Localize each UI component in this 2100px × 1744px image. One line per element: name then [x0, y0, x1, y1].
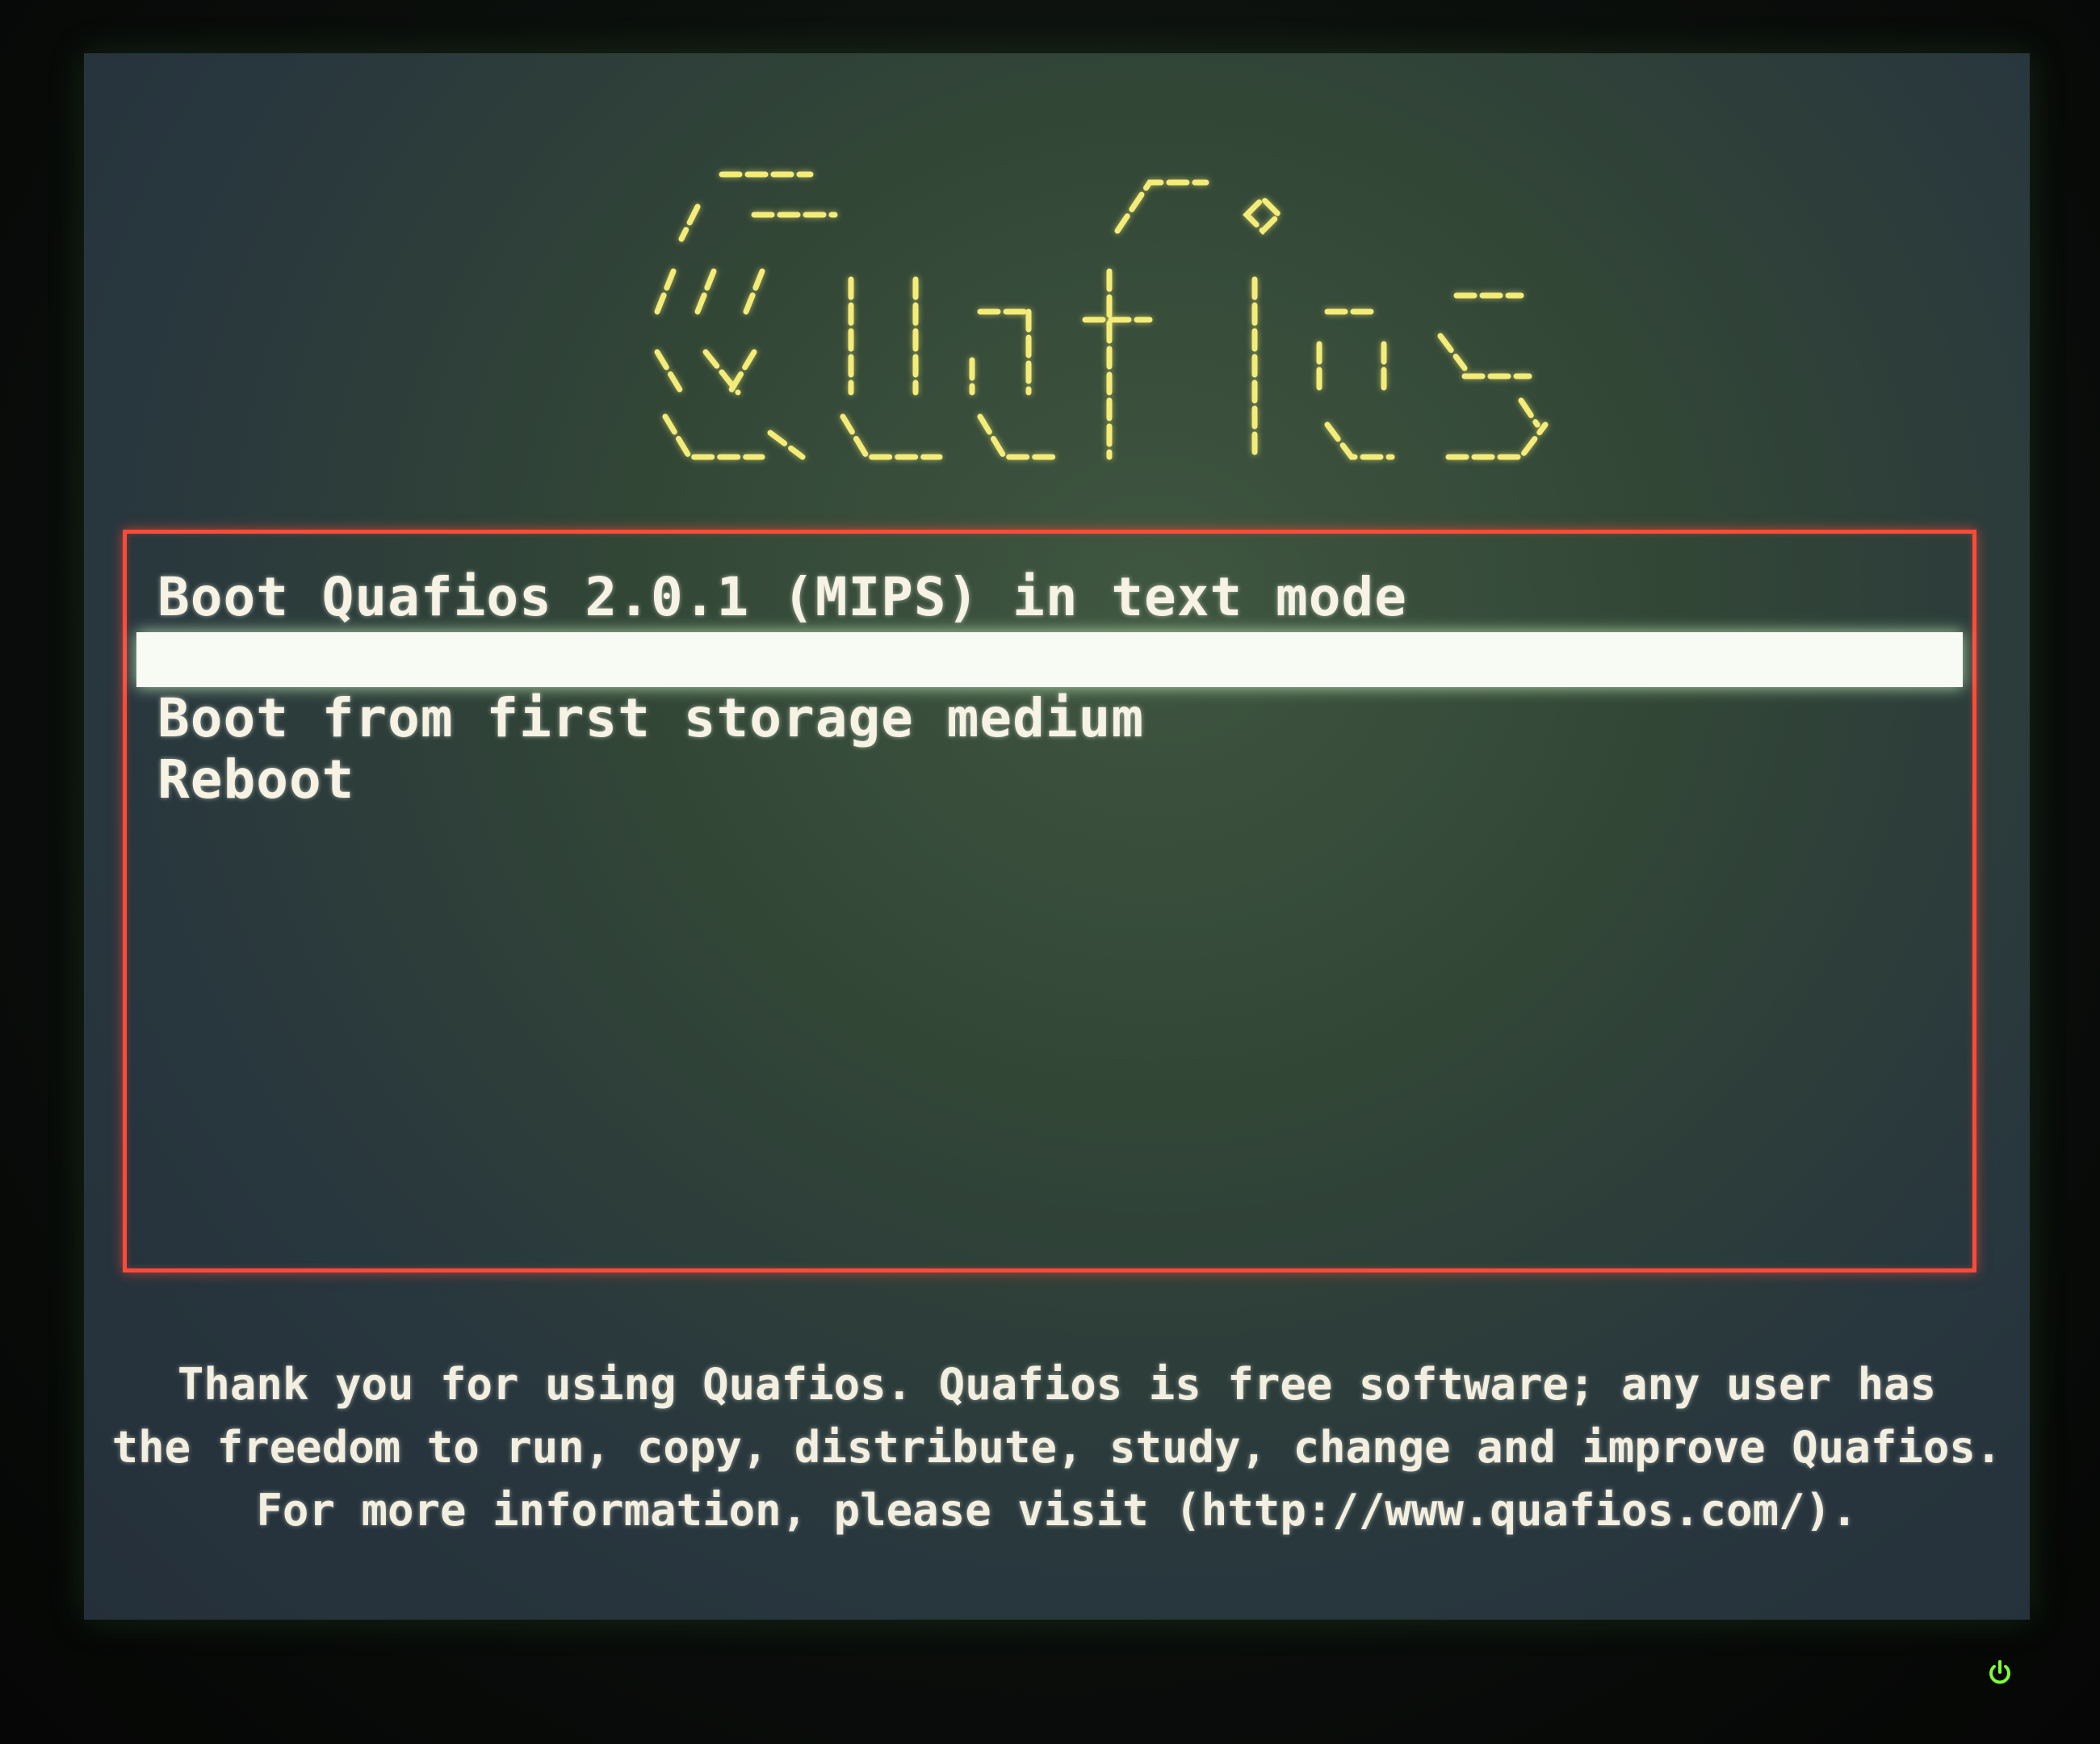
quafios-ascii-logo: [649, 150, 1578, 522]
boot-menu-list: Boot Quafios 2.0.1 (MIPS) in text mode B…: [127, 534, 1972, 1268]
boot-menu: Boot Quafios 2.0.1 (MIPS) in text mode B…: [123, 530, 1976, 1272]
power-icon: [1986, 1659, 2014, 1687]
footer-message: Thank you for using Quafios. Quafios is …: [84, 1353, 2030, 1542]
footer-line-2: the freedom to run, copy, distribute, st…: [111, 1422, 2002, 1473]
monitor-bezel: Boot Quafios 2.0.1 (MIPS) in text mode B…: [0, 0, 2100, 1744]
menu-item-boot-storage[interactable]: Boot from first storage medium: [157, 687, 1144, 749]
footer-line-3: For more information, please visit (http…: [256, 1485, 1858, 1536]
menu-item-boot-text-mode[interactable]: Boot Quafios 2.0.1 (MIPS) in text mode: [157, 566, 1407, 628]
logo-art: [654, 171, 1549, 460]
footer-line-1: Thank you for using Quafios. Quafios is …: [177, 1359, 1937, 1410]
boot-screen: Boot Quafios 2.0.1 (MIPS) in text mode B…: [84, 53, 2030, 1620]
menu-item-reboot[interactable]: Reboot: [157, 748, 354, 811]
menu-item-selected[interactable]: [136, 632, 1963, 687]
